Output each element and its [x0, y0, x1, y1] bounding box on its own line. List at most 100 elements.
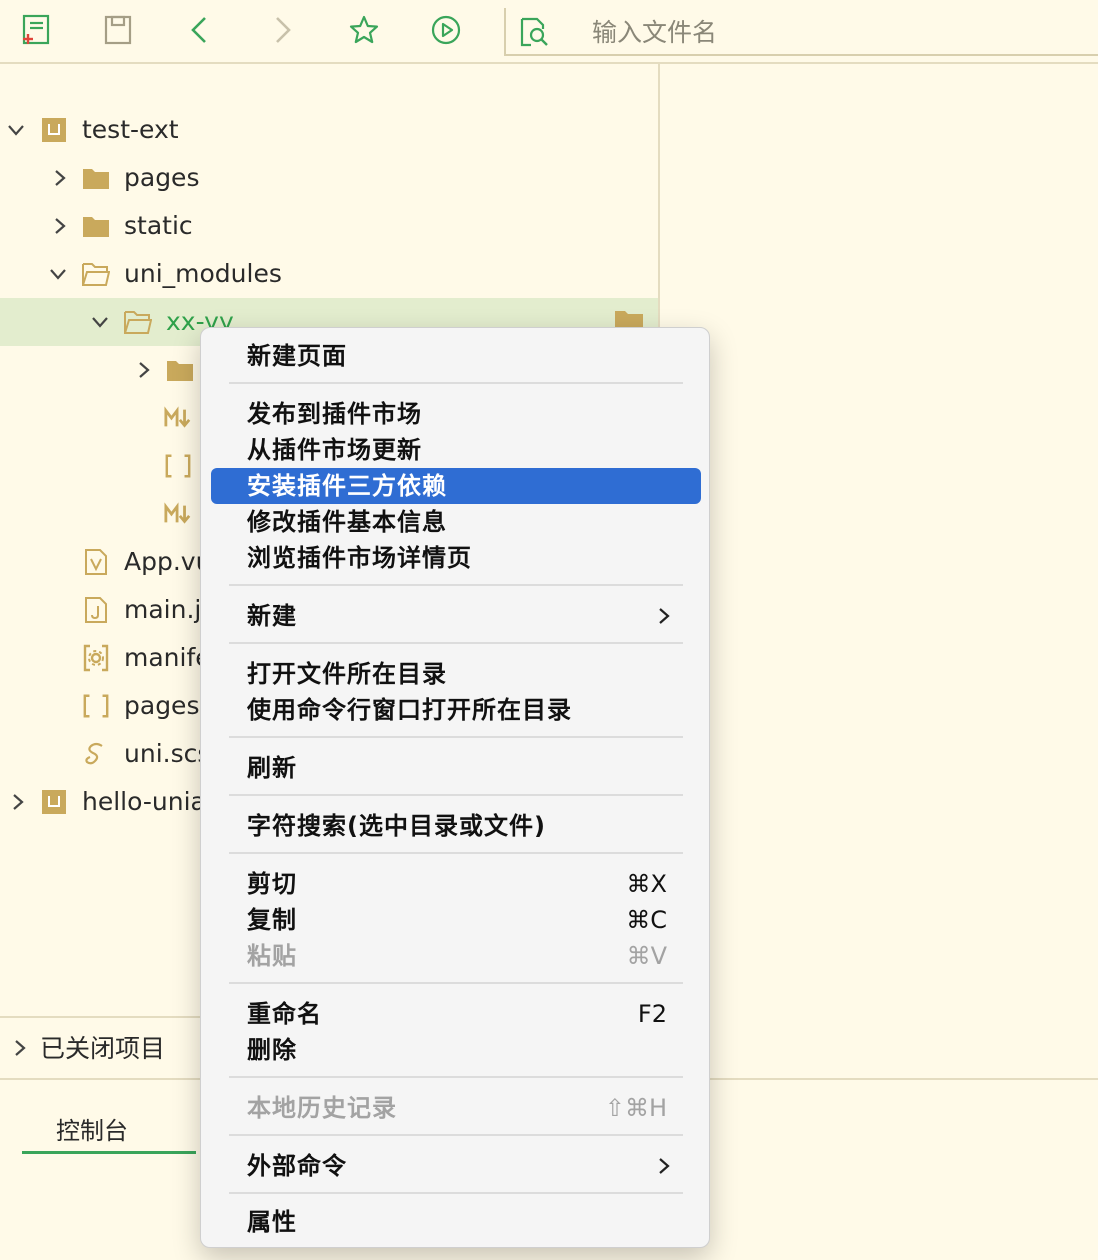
- menu-item-rename[interactable]: 重命名 F2: [211, 996, 701, 1032]
- menu-item-open-in-terminal[interactable]: 使用命令行窗口打开所在目录: [211, 692, 701, 728]
- menu-item-label: 删除: [247, 1036, 297, 1064]
- menu-shortcut: F2: [637, 1000, 667, 1028]
- menu-separator: [229, 642, 683, 644]
- json-icon: [82, 692, 110, 720]
- markdown-icon: [164, 404, 192, 432]
- back-icon[interactable]: [182, 12, 218, 48]
- menu-separator: [229, 852, 683, 854]
- menu-item-edit-plugin-info[interactable]: 修改插件基本信息: [211, 504, 701, 540]
- tree-item-test-ext[interactable]: test-ext: [0, 106, 658, 154]
- folder-open-icon: [124, 308, 152, 336]
- chevron-down-icon[interactable]: [4, 118, 28, 142]
- menu-item-text-search[interactable]: 字符搜索(选中目录或文件): [211, 808, 701, 844]
- menu-item-label: 发布到插件市场: [247, 400, 422, 428]
- run-icon[interactable]: [428, 12, 464, 48]
- chevron-right-icon: [657, 606, 671, 630]
- menu-item-new-page[interactable]: 新建页面: [211, 338, 701, 374]
- folder-icon: [82, 164, 110, 192]
- closed-projects-label: 已关闭项目: [40, 1034, 166, 1063]
- menu-item-label: 重命名: [247, 1000, 322, 1028]
- project-icon: [40, 116, 68, 144]
- chevron-right-icon[interactable]: [6, 790, 30, 814]
- menu-item-external-commands[interactable]: 外部命令: [211, 1148, 701, 1184]
- toolbar: [0, 0, 1098, 64]
- menu-item-label: 打开文件所在目录: [247, 660, 447, 688]
- chevron-right-icon: [657, 1156, 671, 1180]
- menu-item-label: 修改插件基本信息: [247, 508, 447, 536]
- menu-item-label: 使用命令行窗口打开所在目录: [247, 696, 572, 724]
- menu-shortcut: ⌘X: [626, 870, 667, 898]
- project-icon: [40, 788, 68, 816]
- menu-separator: [229, 982, 683, 984]
- sass-icon: [82, 740, 110, 768]
- menu-item-label: 粘贴: [247, 942, 297, 970]
- context-menu: 新建页面 发布到插件市场 从插件市场更新 安装插件三方依赖 修改插件基本信息 浏…: [200, 327, 710, 1248]
- menu-shortcut: ⌘C: [626, 906, 667, 934]
- menu-item-label: 从插件市场更新: [247, 436, 422, 464]
- chevron-right-icon[interactable]: [8, 1036, 32, 1060]
- menu-item-new[interactable]: 新建: [211, 598, 701, 634]
- menu-item-paste: 粘贴 ⌘V: [211, 938, 701, 974]
- tree-item-pages[interactable]: pages: [0, 154, 658, 202]
- menu-item-label: 复制: [247, 906, 297, 934]
- menu-item-label: 新建: [247, 602, 297, 630]
- menu-item-delete[interactable]: 删除: [211, 1032, 701, 1068]
- menu-item-view-plugin-market[interactable]: 浏览插件市场详情页: [211, 540, 701, 576]
- folder-icon: [82, 212, 110, 240]
- menu-shortcut: ⌘V: [626, 942, 667, 970]
- markdown-icon: [164, 500, 192, 528]
- js-file-icon: [82, 596, 110, 624]
- star-icon[interactable]: [346, 12, 382, 48]
- menu-item-local-history: 本地历史记录 ⇧⌘H: [211, 1090, 701, 1126]
- tree-item-label: pages: [124, 163, 200, 192]
- vue-file-icon: [82, 548, 110, 576]
- menu-item-open-containing-folder[interactable]: 打开文件所在目录: [211, 656, 701, 692]
- menu-item-label: 外部命令: [247, 1152, 347, 1180]
- manifest-icon: [82, 644, 110, 672]
- menu-separator: [229, 382, 683, 384]
- chevron-right-icon[interactable]: [48, 166, 72, 190]
- menu-item-label: 安装插件三方依赖: [247, 472, 447, 500]
- chevron-down-icon[interactable]: [88, 310, 112, 334]
- tree-item-uni-modules[interactable]: uni_modules: [0, 250, 658, 298]
- file-search-bar: [504, 8, 1098, 56]
- tree-item-label: test-ext: [82, 115, 179, 144]
- menu-separator: [229, 1192, 683, 1194]
- chevron-down-icon[interactable]: [46, 262, 70, 286]
- menu-separator: [229, 736, 683, 738]
- menu-separator: [229, 794, 683, 796]
- menu-item-publish-plugin[interactable]: 发布到插件市场: [211, 396, 701, 432]
- menu-separator: [229, 584, 683, 586]
- menu-item-label: 刷新: [247, 754, 297, 782]
- folder-icon: [166, 356, 194, 384]
- tree-item-label: static: [124, 211, 193, 240]
- tree-item-static[interactable]: static: [0, 202, 658, 250]
- menu-item-update-plugin[interactable]: 从插件市场更新: [211, 432, 701, 468]
- menu-item-label: 属性: [247, 1208, 297, 1236]
- menu-item-properties[interactable]: 属性: [211, 1204, 701, 1240]
- tree-item-label: uni_modules: [124, 259, 282, 288]
- menu-item-label: 字符搜索(选中目录或文件): [247, 812, 546, 840]
- chevron-right-icon[interactable]: [132, 358, 156, 382]
- editor-area: [658, 64, 1098, 1078]
- menu-separator: [229, 1076, 683, 1078]
- console-tab-label: 控制台: [56, 1117, 128, 1145]
- menu-item-label: 本地历史记录: [247, 1094, 397, 1122]
- menu-item-cut[interactable]: 剪切 ⌘X: [211, 866, 701, 902]
- chevron-right-icon[interactable]: [48, 214, 72, 238]
- file-search-icon[interactable]: [516, 14, 552, 50]
- menu-item-refresh[interactable]: 刷新: [211, 750, 701, 786]
- forward-icon[interactable]: [264, 12, 300, 48]
- menu-item-copy[interactable]: 复制 ⌘C: [211, 902, 701, 938]
- save-icon[interactable]: [100, 12, 136, 48]
- menu-separator: [229, 1134, 683, 1136]
- json-icon: [164, 452, 192, 480]
- menu-shortcut: ⇧⌘H: [604, 1094, 667, 1122]
- folder-open-icon: [82, 260, 110, 288]
- new-file-icon[interactable]: [18, 12, 54, 48]
- menu-item-label: 剪切: [247, 870, 297, 898]
- tab-console[interactable]: 控制台: [22, 1110, 196, 1154]
- file-name-input[interactable]: [592, 12, 1072, 52]
- menu-item-label: 浏览插件市场详情页: [247, 544, 472, 572]
- menu-item-install-dependencies[interactable]: 安装插件三方依赖: [211, 468, 701, 504]
